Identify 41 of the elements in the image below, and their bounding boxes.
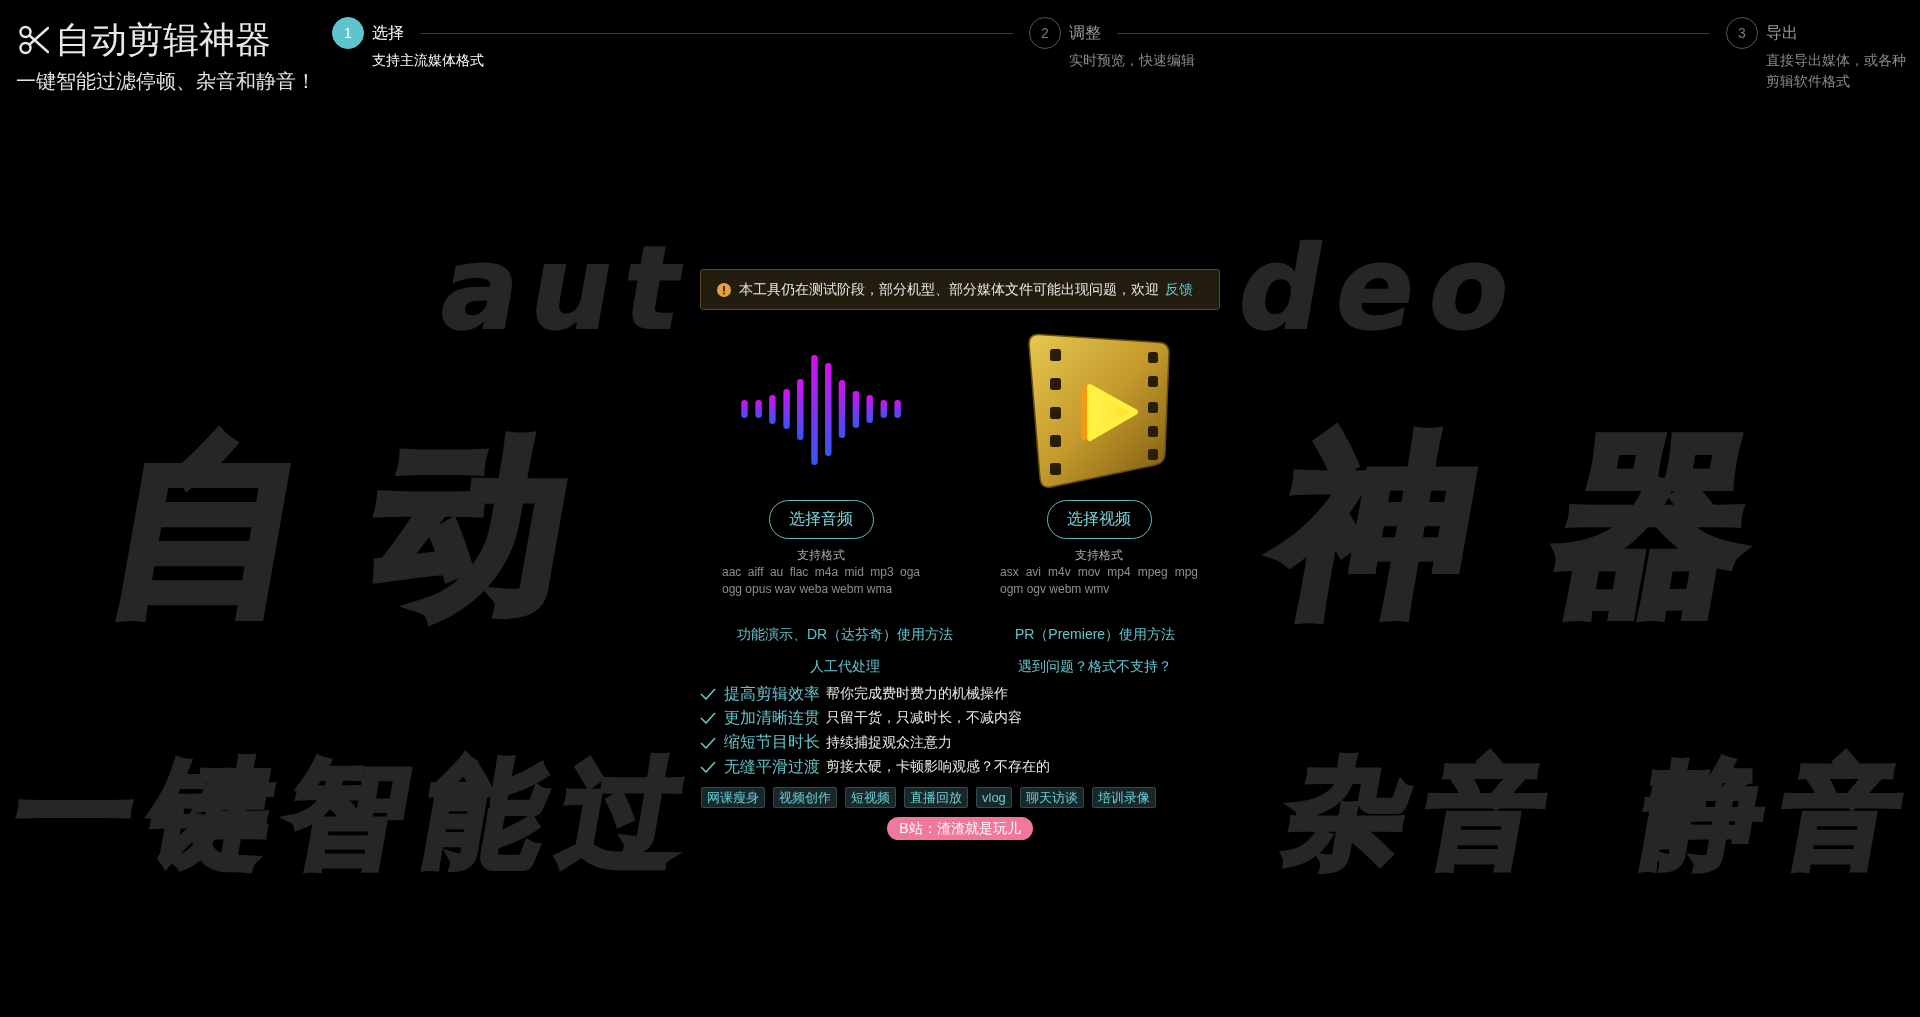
feature-title: 缩短节目时长	[724, 732, 820, 753]
step-description: 实时预览，快速编辑	[1069, 51, 1196, 70]
check-icon	[700, 761, 716, 774]
step-description: 直接导出媒体，或各种剪辑软件格式	[1766, 51, 1907, 91]
tag: 短视频	[845, 787, 896, 809]
tag: vlog	[976, 787, 1012, 809]
feature-description: 只留干货，只减时长，不减内容	[826, 709, 1022, 728]
help-link[interactable]: 人工代处理	[810, 656, 880, 676]
warning-icon	[717, 282, 731, 297]
app-subtitle: 一键智能过滤停顿、杂音和静音！	[16, 69, 317, 93]
feature-description: 帮你完成费时费力的机械操作	[826, 685, 1008, 704]
help-link[interactable]: PR（Premiere）使用方法	[1014, 624, 1176, 644]
help-link[interactable]: 功能演示、DR（达芬奇）使用方法	[736, 624, 954, 644]
tag: 视频创作	[773, 787, 837, 809]
formats-label: 支持格式	[797, 547, 845, 564]
feature-title: 更加清晰连贯	[724, 707, 820, 728]
tag: 直播回放	[904, 787, 968, 809]
tag: 聊天访谈	[1019, 787, 1084, 809]
feature-description: 剪接太硬，卡顿影响观感？不存在的	[826, 758, 1050, 777]
step-title: 调整	[1069, 22, 1101, 43]
formats-label: 支持格式	[1075, 547, 1123, 564]
check-icon	[700, 736, 716, 749]
step-title: 导出	[1766, 22, 1798, 43]
feature-title: 无缝平滑过渡	[724, 756, 820, 777]
scissors-icon	[19, 24, 49, 55]
tag: 培训录像	[1091, 787, 1156, 809]
step-description: 支持主流媒体格式	[372, 51, 485, 70]
step-number: 1	[332, 17, 364, 49]
tag: 网课瘦身	[701, 787, 765, 809]
app-title: 自动剪辑神器	[55, 18, 271, 61]
feature-description: 持续捕捉观众注意力	[826, 733, 952, 752]
check-icon	[700, 688, 716, 701]
sound-wave-icon	[738, 352, 904, 468]
feedback-link[interactable]: 反馈	[1165, 280, 1193, 297]
format-list: asx avi m4v mov mp4 mpeg mpg ogm ogv webm wmv	[1000, 564, 1198, 598]
check-icon	[700, 712, 716, 725]
step-title: 选择	[372, 22, 404, 43]
format-list: aac aiff au flac m4a mid mp3 oga ogg opus wav weba webm wma	[722, 564, 920, 598]
notice-text: 本工具仍在测试阶段，部分机型、部分媒体文件可能出现问题，欢迎 反馈	[739, 280, 1193, 299]
feature-title: 提高剪辑效率	[724, 683, 820, 704]
help-link[interactable]: 遇到问题？格式不支持？	[1018, 656, 1172, 676]
